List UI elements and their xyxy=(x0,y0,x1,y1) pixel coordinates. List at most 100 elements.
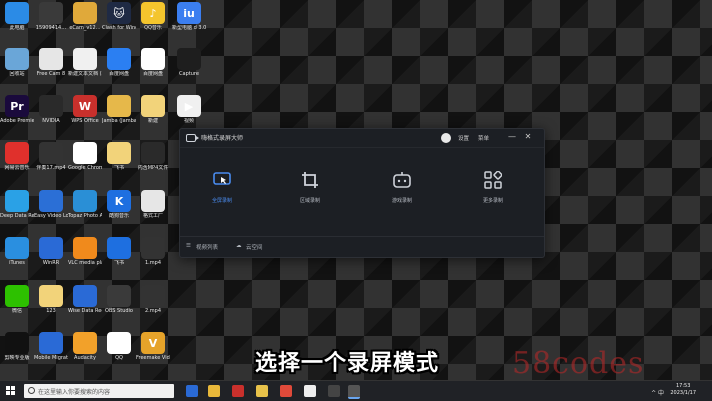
desktop-icon-label: Adobe Premie… xyxy=(0,118,34,124)
desktop-icon[interactable]: 1.mp4 xyxy=(136,237,170,266)
desktop-icon-label: 格式工厂 xyxy=(142,213,163,219)
desktop-icon[interactable]: PrAdobe Premie… xyxy=(0,95,34,124)
app-icon xyxy=(39,2,63,24)
desktop-icon[interactable]: Wise Data Recovery xyxy=(68,285,102,314)
desktop-icon-label: 1.mp4 xyxy=(145,260,161,266)
wps-icon[interactable] xyxy=(232,385,244,397)
desktop-icon-label: 15909414… xyxy=(35,25,67,31)
desktop-icon-label: 飞书 xyxy=(113,165,124,171)
desktop-icon[interactable]: Deep Data Recovery xyxy=(0,190,34,219)
app-icon: 🐱 xyxy=(107,2,131,24)
recorder-title: 嗨格式录屏大师 xyxy=(201,135,244,142)
desktop-icon-label: 百度网盘 xyxy=(142,71,163,77)
system-tray[interactable]: ^ 中 xyxy=(651,388,664,397)
desktop-icon[interactable]: 新建文本文档 (2) xyxy=(68,48,102,77)
desktop-icon[interactable]: Capture xyxy=(172,48,206,77)
chrome-icon[interactable] xyxy=(280,385,292,397)
desktop-icon[interactable]: iu新型电脑 d 3.0.0.4… xyxy=(172,2,206,31)
desktop-icon[interactable]: 百度网盘 xyxy=(136,48,170,77)
desktop-icon[interactable]: QQ xyxy=(102,332,136,361)
settings-link[interactable]: 设置 xyxy=(458,134,469,142)
desktop-icon-label: QQ xyxy=(115,355,123,361)
desktop-icon[interactable]: Topaz Photo AI xyxy=(68,190,102,219)
desktop-icon[interactable]: 回收站 xyxy=(0,48,34,77)
desktop-icon-label: Wise Data Recovery xyxy=(68,308,102,314)
avatar[interactable] xyxy=(441,133,451,143)
desktop-icon[interactable]: OBS Studio xyxy=(102,285,136,314)
desktop-icon[interactable]: iTunes xyxy=(0,237,34,266)
app-icon[interactable] xyxy=(328,385,340,397)
app-icon: ♪ xyxy=(141,2,165,24)
recorder-task-icon[interactable] xyxy=(348,385,360,399)
desktop-icon[interactable]: WinRR xyxy=(34,237,68,266)
clock[interactable]: 17:53 2023/1/17 xyxy=(670,383,696,397)
desktop-icon[interactable]: 此电脑 xyxy=(0,2,34,31)
edge-icon[interactable] xyxy=(186,385,198,397)
desktop-icon[interactable]: 格式工厂 xyxy=(136,190,170,219)
video-list-link[interactable]: 视频列表 xyxy=(196,243,218,251)
desktop-icon[interactable]: 飞书 xyxy=(102,237,136,266)
desktop-icon[interactable]: 123 xyxy=(34,285,68,314)
desktop-icon[interactable]: W WPS Office xyxy=(68,95,102,124)
windows-start-icon[interactable] xyxy=(6,386,16,396)
app-icon xyxy=(5,48,29,70)
desktop-icon[interactable]: 15909414… xyxy=(34,2,68,31)
app-icon xyxy=(141,95,165,117)
mode-label: 区域录制 xyxy=(299,198,320,204)
desktop-icon[interactable]: VFreemake Video… xyxy=(136,332,170,361)
desktop-icon[interactable]: VLC media player xyxy=(68,237,102,266)
desktop-icon[interactable]: Easy Video Logo Rem… xyxy=(34,190,68,219)
app-icon xyxy=(107,285,131,307)
desktop-icon[interactable]: 🐱Clash for Windows xyxy=(102,2,136,31)
desktop-icon-label: OBS Studio xyxy=(105,308,133,314)
taskbar-search[interactable]: 在这里输入你要搜索的内容 xyxy=(24,384,174,398)
mode-region[interactable]: 区域录制 xyxy=(280,169,340,204)
app-icon xyxy=(107,237,131,259)
app-icon xyxy=(39,332,63,354)
desktop-icon[interactable]: Google Chrome xyxy=(68,142,102,171)
desktop-icon[interactable]: ▶ 视频 xyxy=(172,95,206,124)
desktop-icon[interactable]: 伴奏17.mp4 xyxy=(34,142,68,171)
menu-link[interactable]: 菜单 xyxy=(478,134,489,142)
app-icon xyxy=(73,48,97,70)
desktop-icon-label: Deep Data Recovery xyxy=(0,213,34,219)
desktop-icon[interactable]: 2.mp4 xyxy=(136,285,170,314)
desktop-icon[interactable]: Audacity xyxy=(68,332,102,361)
mode-fullscreen[interactable]: 全屏录制 xyxy=(192,169,252,204)
mode-more[interactable]: 更多录制 xyxy=(463,169,523,204)
desktop-icon[interactable]: eCam_v12… xyxy=(68,2,102,31)
desktop-icon[interactable]: K 酷狗音乐 xyxy=(102,190,136,219)
record-modes: 全屏录制 区域录制 游戏录制 更多录制 xyxy=(180,169,544,219)
minimize-button[interactable]: — xyxy=(507,132,517,141)
desktop-icon[interactable]: 飞书 xyxy=(102,142,136,171)
desktop-icon-label: 网易云音乐 xyxy=(4,165,30,171)
desktop-icon[interactable]: ♪ QQ音乐 xyxy=(136,2,170,31)
desktop-icon[interactable]: 百度网盘 xyxy=(102,48,136,77)
app-icon xyxy=(73,285,97,307)
app-icon: Pr xyxy=(5,95,29,117)
desktop-icon[interactable]: 新建 xyxy=(136,95,170,124)
desktop-icon-label: Clash for Windows xyxy=(102,25,136,31)
desktop-icon[interactable]: Mobile Migration… xyxy=(34,332,68,361)
cloud-space-link[interactable]: 云空间 xyxy=(246,243,263,251)
desktop-icon[interactable]: NVIDIA xyxy=(34,95,68,124)
taskbar: 在这里输入你要搜索的内容 ^ 中 17:53 2023/1/17 xyxy=(0,380,712,401)
mode-game[interactable]: 游戏录制 xyxy=(372,169,432,204)
app-icon xyxy=(73,2,97,24)
desktop-icon[interactable]: Jamba (Jamba 9) xyxy=(102,95,136,124)
desktop-icon[interactable]: Free Cam 8 xyxy=(34,48,68,77)
obs-icon[interactable] xyxy=(304,385,316,397)
app-icon xyxy=(5,190,29,212)
desktop-icon[interactable]: 网易云音乐 xyxy=(0,142,34,171)
desktop-icon-label: Freemake Video… xyxy=(136,355,170,361)
desktop-icon[interactable]: 微信 xyxy=(0,285,34,314)
camera-icon xyxy=(186,134,199,142)
app-icon: ▶ xyxy=(177,95,201,117)
file-explorer-icon[interactable] xyxy=(208,385,220,397)
close-button[interactable]: ✕ xyxy=(523,132,533,141)
folder-icon[interactable] xyxy=(256,385,268,397)
desktop-icon[interactable]: 剪映专业版 xyxy=(0,332,34,361)
desktop-icon[interactable]: 内含MP4文件 xyxy=(136,142,170,171)
desktop-icon-label: Easy Video Logo Rem… xyxy=(34,213,68,219)
app-icon xyxy=(39,142,63,164)
